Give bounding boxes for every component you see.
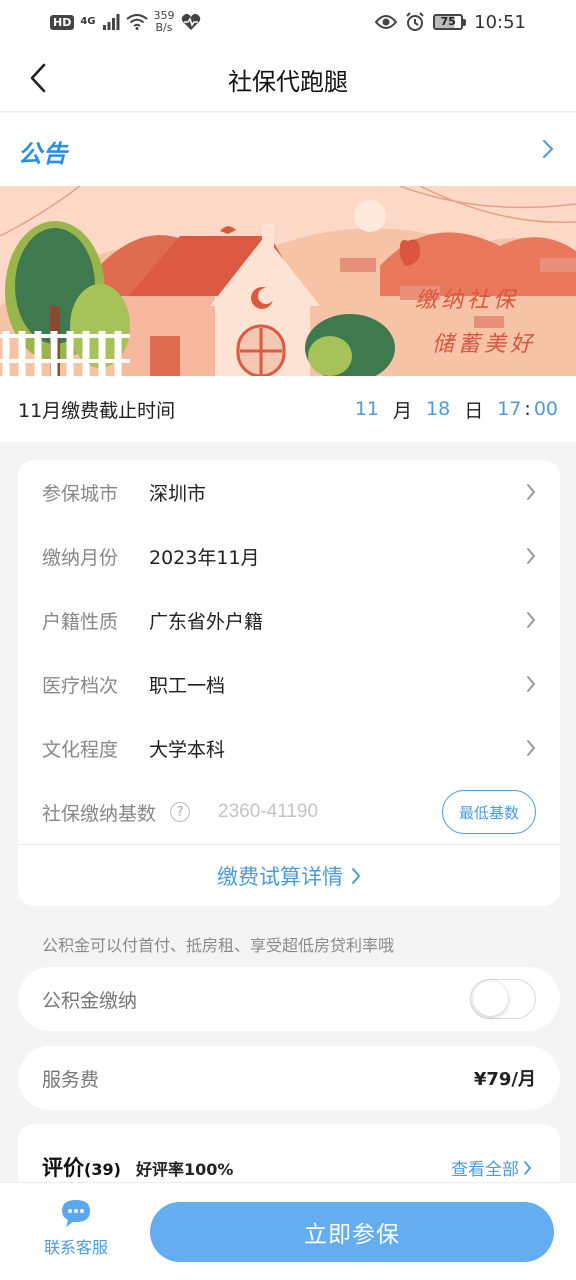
wifi-icon (125, 14, 148, 30)
base-input[interactable] (218, 801, 409, 823)
city-row[interactable]: 参保城市 深圳市 (18, 460, 560, 524)
help-icon[interactable]: ? (170, 802, 191, 822)
education-value: 大学本科 (149, 738, 226, 761)
education-label: 文化程度 (42, 738, 119, 761)
chevron-right-icon (527, 676, 536, 692)
deadline-time: 11 月 18 日 17 : 00 (355, 396, 558, 423)
month-value: 2023年11月 (149, 546, 260, 569)
min-base-button[interactable]: 最低基数 (442, 790, 536, 834)
banner-slogan-2: 储蓄美好 (432, 332, 537, 357)
signal-icon (102, 14, 120, 30)
provident-fund-toggle[interactable] (470, 979, 536, 1019)
chat-bubble-icon (62, 1200, 90, 1227)
notice-label: 公告 (18, 140, 68, 168)
service-fee-value: ¥79/月 (473, 1069, 536, 1090)
network-speed: 359 B/s (153, 9, 175, 34)
banner-slogan-1: 缴纳社保 (415, 288, 520, 313)
network-type: 4G (80, 16, 96, 27)
provident-fund-hint: 公积金可以付首付、抵房租、享受超低房贷利率哦 (42, 936, 395, 955)
city-value: 深圳市 (149, 482, 207, 505)
education-row[interactable]: 文化程度 大学本科 (18, 716, 560, 780)
chevron-right-icon (527, 548, 536, 564)
provident-fund-card: 公积金缴纳 (18, 967, 560, 1031)
base-label: 社保缴纳基数 (42, 802, 157, 825)
base-row: 社保缴纳基数 ? 最低基数 (18, 780, 560, 844)
city-label: 参保城市 (42, 482, 119, 505)
bottom-action-bar: 联系客服 立即参保 (0, 1182, 576, 1280)
eye-icon (375, 15, 398, 29)
battery-icon: 75 (433, 14, 467, 30)
chevron-right-icon (524, 1160, 532, 1175)
hd-indicator: HD (50, 14, 75, 30)
household-value: 广东省外户籍 (149, 610, 264, 633)
insurance-form-card: 参保城市 深圳市 缴纳月份 2023年11月 户籍性质 广东省外户籍 医疗档次 … (18, 460, 560, 906)
chevron-right-icon (527, 612, 536, 628)
household-row[interactable]: 户籍性质 广东省外户籍 (18, 588, 560, 652)
deadline-bar: 11月缴费截止时间 11 月 18 日 17 : 00 (0, 376, 576, 442)
chevron-right-icon (352, 867, 361, 884)
deadline-day-unit: 日 (464, 399, 484, 422)
nav-header: 社保代跑腿 (0, 44, 576, 112)
deadline-hour: 17 (497, 398, 522, 420)
reviews-rate: 好评率100% (136, 1160, 234, 1179)
page-title: 社保代跑腿 (228, 68, 348, 96)
chevron-right-icon (543, 140, 554, 158)
alarm-icon (406, 12, 424, 31)
notice-bar[interactable]: 公告 (0, 113, 576, 186)
month-row[interactable]: 缴纳月份 2023年11月 (18, 524, 560, 588)
reviews-count: (39) (84, 1160, 121, 1179)
medical-tier-row[interactable]: 医疗档次 职工一档 (18, 652, 560, 716)
deadline-label: 11月缴费截止时间 (18, 399, 176, 422)
deadline-month: 11 (354, 398, 379, 420)
customer-service-label: 联系客服 (43, 1238, 108, 1257)
clock: 10:51 (474, 11, 526, 33)
status-bar: HD 4G 359 B/s 75 10:51 (0, 0, 576, 44)
chevron-right-icon (527, 740, 536, 756)
household-label: 户籍性质 (42, 610, 119, 633)
provident-fund-label: 公积金缴纳 (42, 989, 138, 1012)
calc-details-label: 缴费试算详情 (217, 864, 343, 889)
heart-pulse-icon (181, 13, 200, 30)
deadline-day: 18 (426, 398, 451, 420)
deadline-minute: 00 (533, 398, 558, 420)
reviews-title: 评价(39) (42, 1156, 121, 1180)
view-all-reviews-link[interactable]: 查看全部 (451, 1155, 532, 1180)
service-fee-card: 服务费 ¥79/月 (18, 1046, 560, 1110)
toggle-knob (473, 981, 508, 1016)
calc-details-link[interactable]: 缴费试算详情 (18, 845, 560, 906)
deadline-separator: : (524, 398, 531, 420)
medical-tier-value: 职工一档 (149, 674, 226, 697)
medical-tier-label: 医疗档次 (42, 674, 119, 697)
enroll-now-button[interactable]: 立即参保 (150, 1202, 554, 1262)
service-fee-label: 服务费 (42, 1068, 100, 1091)
chevron-right-icon (527, 484, 536, 500)
deadline-month-unit: 月 (393, 399, 413, 422)
month-label: 缴纳月份 (42, 546, 119, 569)
customer-service-button[interactable]: 联系客服 (36, 1198, 116, 1260)
